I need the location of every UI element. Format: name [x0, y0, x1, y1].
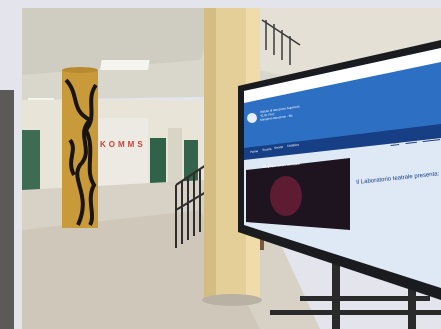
green-door-2: [150, 138, 166, 186]
school-logo: [247, 113, 257, 123]
left-door-panel: [0, 90, 14, 329]
school-hallway-photo: KOMMS Istituto di Istruzione Superiore "…: [0, 0, 441, 329]
link-pon[interactable]: PON: [390, 139, 399, 145]
ceiling-light-1: [100, 60, 150, 70]
wall-sign: KOMMS: [100, 140, 146, 149]
green-door-1: [22, 130, 40, 190]
hallway-scene: [0, 0, 441, 329]
